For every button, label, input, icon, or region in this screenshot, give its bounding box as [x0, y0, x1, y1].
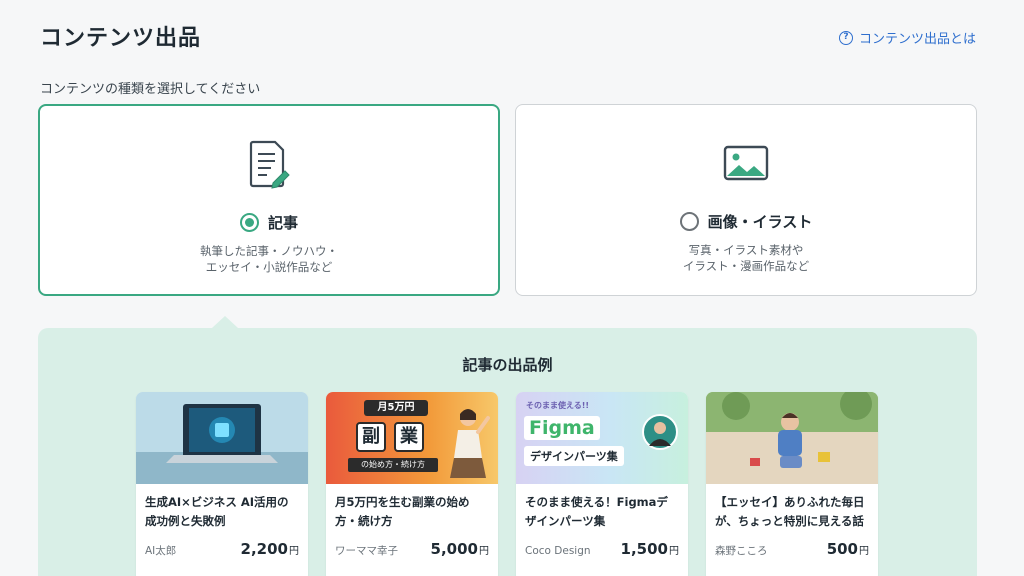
child-sandbox-thumbnail — [706, 392, 878, 484]
example-card[interactable]: 生成AI×ビジネス AI活用の成功例と失敗例 AI太郎 2,200円 — [136, 392, 308, 576]
thumb-caption: の始め方・続け方 — [348, 458, 438, 472]
image-label: 画像・イラスト — [707, 213, 813, 231]
selection-pointer — [212, 316, 238, 328]
article-description: 執筆した記事・ノウハウ・ エッセイ・小説作品など — [200, 244, 338, 274]
example-author: Coco Design — [525, 545, 591, 557]
example-price: 5,000円 — [430, 540, 489, 558]
thumb-caption: デザインパーツ集 — [524, 446, 624, 466]
example-author: AI太郎 — [145, 545, 177, 557]
person-illustration — [450, 409, 490, 478]
example-author: ワーママ幸子 — [335, 545, 398, 557]
document-edit-icon — [247, 138, 291, 190]
image-description: 写真・イラスト素材や イラスト・漫画作品など — [682, 243, 810, 273]
example-price: 1,500円 — [620, 540, 679, 558]
thumb-word-2: 業 — [394, 422, 424, 452]
page-title: コンテンツ出品 — [40, 26, 202, 51]
example-card[interactable]: 【エッセイ】ありふれた毎日が、ちょっと特別に見える話 森野こころ 500円 — [706, 392, 878, 576]
thumb-brand: Figma — [524, 416, 600, 440]
help-link-label: コンテンツ出品とは — [858, 32, 976, 47]
article-radio[interactable] — [239, 213, 259, 232]
image-radio[interactable] — [679, 212, 699, 231]
help-link[interactable]: ? コンテンツ出品とは — [838, 28, 976, 47]
person-avatar — [642, 414, 678, 450]
example-price: 2,200円 — [240, 540, 299, 558]
example-title: 【エッセイ】ありふれた毎日が、ちょっと特別に見える話 — [715, 495, 865, 528]
type-select-prompt: コンテンツの種類を選択してください — [40, 82, 261, 97]
figma-thumbnail: そのまま使える!! Figma デザインパーツ集 — [516, 392, 688, 484]
article-label: 記事 — [267, 214, 298, 232]
thumb-badge: 月5万円 — [364, 400, 428, 416]
question-circle-icon: ? — [838, 30, 853, 45]
thumb-word-1: 副 — [356, 422, 386, 452]
example-price: 500円 — [826, 540, 869, 558]
laptop-ai-thumbnail — [136, 392, 308, 484]
example-card[interactable]: そのまま使える!! Figma デザインパーツ集 そのまま使える！Figmaデザ… — [516, 392, 688, 576]
example-author: 森野こころ — [715, 545, 768, 557]
example-card[interactable]: 月5万円 副 業 の始め方・続け方 月5万円を生む副業の始め方・続け方 ワーママ… — [326, 392, 498, 576]
content-type-image-card[interactable]: 画像・イラスト 写真・イラスト素材や イラスト・漫画作品など — [515, 104, 977, 296]
content-type-article-card[interactable]: 記事 執筆した記事・ノウハウ・ エッセイ・小説作品など — [38, 104, 500, 296]
examples-title: 記事の出品例 — [462, 356, 553, 374]
example-title: 月5万円を生む副業の始め方・続け方 — [335, 495, 470, 528]
side-job-thumbnail: 月5万円 副 業 の始め方・続け方 — [326, 392, 498, 484]
examples-panel: 記事の出品例 生成AI×ビジネス AI活用の成功例と失敗例 AI太郎 2,200… — [38, 328, 977, 576]
thumb-top-text: そのまま使える!! — [526, 401, 590, 410]
example-title: そのまま使える！Figmaデザインパーツ集 — [525, 495, 668, 528]
example-title: 生成AI×ビジネス AI活用の成功例と失敗例 — [145, 495, 289, 528]
image-icon — [723, 137, 769, 189]
